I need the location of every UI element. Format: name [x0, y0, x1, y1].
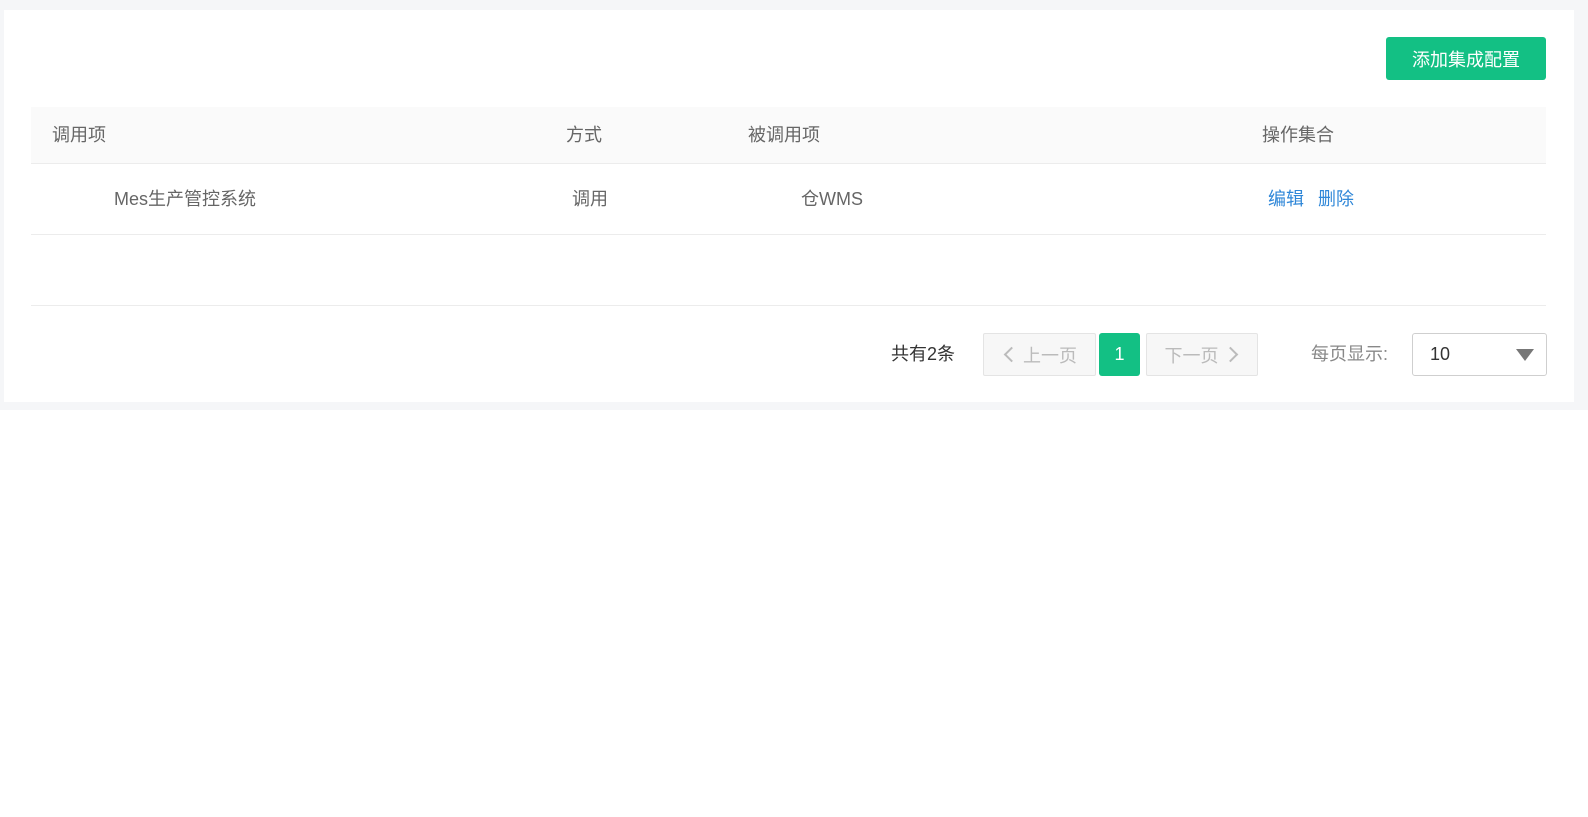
column-callee: 被调用项	[748, 125, 820, 145]
table-header: 调用项 方式 被调用项 操作集合	[31, 107, 1546, 164]
chevron-left-icon	[1003, 346, 1020, 363]
integration-table: 调用项 方式 被调用项 操作集合 Mes生产管控系统 调用 仓WMS 编辑 删除	[31, 107, 1546, 306]
caret-down-icon	[1516, 349, 1534, 361]
next-page-button[interactable]: 下一页	[1146, 333, 1258, 376]
chevron-right-icon	[1222, 346, 1238, 363]
page-size-select[interactable]: 10	[1412, 333, 1547, 376]
cell-callee: 仓WMS	[801, 189, 863, 209]
column-actions: 操作集合	[1262, 125, 1334, 145]
add-integration-button[interactable]: 添加集成配置	[1386, 37, 1546, 80]
cell-method: 调用	[572, 189, 608, 209]
prev-page-button[interactable]: 上一页	[983, 333, 1096, 376]
column-caller: 调用项	[52, 125, 106, 145]
page-size-label: 每页显示:	[1311, 344, 1389, 364]
table-row: Mes生产管控系统 调用 仓WMS 编辑 删除	[31, 164, 1546, 235]
table-empty-row	[31, 235, 1546, 306]
page-number-current[interactable]: 1	[1099, 333, 1140, 376]
cell-caller: Mes生产管控系统	[114, 189, 257, 209]
delete-link[interactable]: 删除	[1318, 164, 1354, 234]
total-count: 共有2条	[891, 344, 956, 364]
edit-link[interactable]: 编辑	[1268, 164, 1304, 234]
column-method: 方式	[566, 125, 602, 145]
